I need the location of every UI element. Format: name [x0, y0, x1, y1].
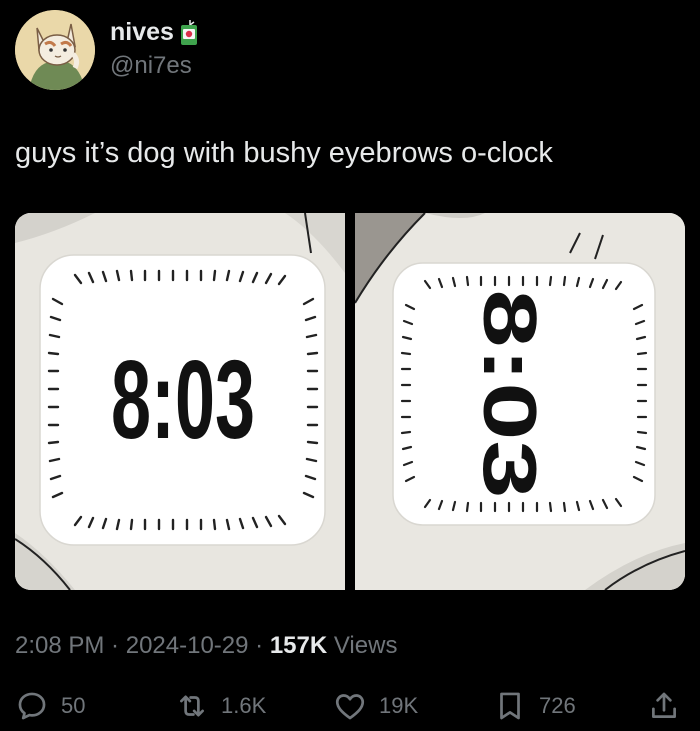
reply-count: 50	[61, 693, 86, 718]
views-count: 157K	[269, 632, 328, 659]
repost-button[interactable]: 1.6K	[175, 688, 266, 724]
bookmark-icon	[500, 692, 520, 720]
heart-icon	[335, 694, 365, 720]
tweet-header: nives @ni7es	[15, 10, 685, 90]
tweet-date[interactable]: 2024-10-29	[126, 632, 249, 659]
reply-button[interactable]: 50	[15, 688, 85, 724]
avatar[interactable]	[15, 10, 95, 90]
repost-icon	[180, 695, 204, 717]
media-image-left[interactable]: 8:03	[15, 213, 345, 590]
share-button[interactable]	[647, 688, 681, 724]
like-count: 19K	[379, 693, 419, 718]
user-handle[interactable]: @ni7es	[110, 52, 192, 80]
tweet-text: guys it’s dog with bushy eyebrows o-cloc…	[15, 137, 553, 169]
reply-icon	[18, 692, 46, 720]
share-icon	[652, 692, 676, 718]
tweet-media[interactable]: 8:03 8:03	[15, 213, 685, 590]
right-clock-time: 8:03	[467, 290, 552, 499]
tweet-actions: 50 1.6K 19K 726	[15, 688, 685, 724]
left-clock-time: 8:03	[111, 337, 255, 462]
display-name-row: nives	[110, 18, 198, 47]
tweet-meta: 2:08 PM · 2024-10-29 · 157K Views	[15, 632, 397, 660]
meta-separator: ·	[248, 632, 270, 659]
repost-count: 1.6K	[221, 693, 267, 718]
like-button[interactable]: 19K	[333, 688, 418, 724]
tweet-time[interactable]: 2:08 PM	[15, 632, 104, 659]
meta-separator: ·	[104, 632, 126, 659]
juice-box-icon	[180, 19, 197, 45]
display-name[interactable]: nives	[110, 18, 174, 47]
media-image-right[interactable]: 8:03	[355, 213, 685, 590]
cat-avatar-icon	[15, 10, 95, 90]
bookmark-button[interactable]: 726	[493, 688, 576, 724]
views-label: Views	[327, 632, 398, 659]
bookmark-count: 726	[539, 693, 576, 718]
